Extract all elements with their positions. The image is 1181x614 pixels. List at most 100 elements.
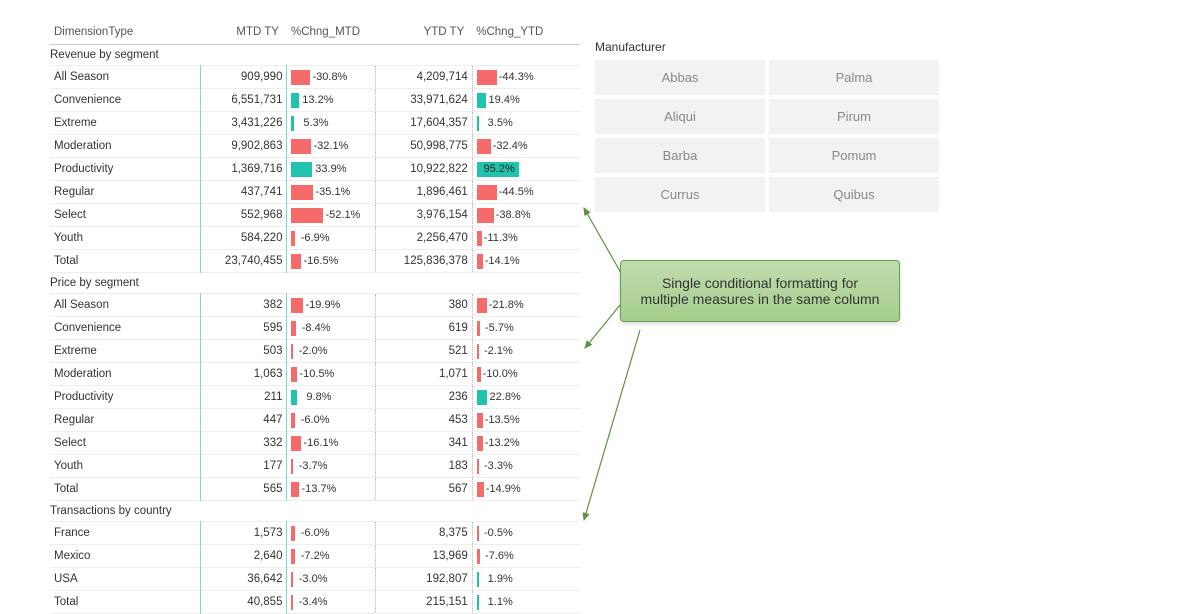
slicer-item[interactable]: Abbas	[595, 60, 765, 95]
dimension-label: Mexico	[50, 545, 201, 568]
mtd-value: 437,741	[201, 181, 287, 204]
col-mtd-ty[interactable]: MTD TY	[201, 20, 287, 45]
group-header[interactable]: Transactions by country	[50, 501, 580, 522]
pct-cell: -21.8%	[472, 294, 580, 317]
dimension-label: France	[50, 522, 201, 545]
slicer-item[interactable]: Pirum	[769, 99, 939, 134]
pct-value: -16.5%	[301, 255, 338, 267]
mtd-value: 447	[201, 409, 287, 432]
pct-cell: -13.7%	[287, 478, 375, 501]
slicer-item[interactable]: Palma	[769, 60, 939, 95]
pct-cell: 3.5%	[472, 112, 580, 135]
group-header[interactable]: Revenue by segment	[50, 45, 580, 66]
pct-cell: -10.5%	[287, 363, 375, 386]
pct-value: -10.0%	[481, 368, 518, 380]
pct-value: -0.5%	[479, 527, 513, 539]
table-row[interactable]: Moderation1,063 -10.5% 1,071 -10.0%	[50, 363, 580, 386]
table-row[interactable]: All Season382 -19.9% 380 -21.8%	[50, 294, 580, 317]
col-dimension[interactable]: DimensionType	[50, 20, 201, 45]
pct-cell: -30.8%	[287, 66, 375, 89]
ytd-value: 453	[375, 409, 472, 432]
pct-cell: -44.3%	[472, 66, 580, 89]
ytd-value: 567	[375, 478, 472, 501]
pct-value: -13.5%	[483, 414, 520, 426]
pct-cell: -16.1%	[287, 432, 375, 455]
manufacturer-slicer[interactable]: AbbasPalmaAliquiPirumBarbaPomumCurrusQui…	[595, 60, 939, 212]
table-row[interactable]: Youth584,220 -6.9% 2,256,470 -11.3%	[50, 227, 580, 250]
dimension-label: Convenience	[50, 317, 201, 340]
pct-cell: -44.5%	[472, 181, 580, 204]
matrix-table[interactable]: DimensionType MTD TY %Chng_MTD YTD TY %C…	[50, 20, 580, 614]
mtd-value: 6,551,731	[201, 89, 287, 112]
ytd-value: 50,998,775	[375, 135, 472, 158]
slicer-item[interactable]: Quibus	[769, 177, 939, 212]
mtd-value: 177	[201, 455, 287, 478]
pct-value: -10.5%	[297, 368, 334, 380]
table-row[interactable]: France1,573 -6.0% 8,375 -0.5%	[50, 522, 580, 545]
mtd-value: 40,855	[201, 591, 287, 614]
dimension-label: Moderation	[50, 135, 201, 158]
pct-value: -14.9%	[484, 483, 521, 495]
table-row[interactable]: Total565 -13.7% 567 -14.9%	[50, 478, 580, 501]
slicer-item[interactable]: Pomum	[769, 138, 939, 173]
col-chng-ytd[interactable]: %Chng_YTD	[472, 20, 580, 45]
ytd-value: 13,969	[375, 545, 472, 568]
pct-cell: -6.9%	[287, 227, 375, 250]
pct-value: -7.2%	[295, 550, 329, 562]
dimension-label: Extreme	[50, 340, 201, 363]
table-row[interactable]: Productivity211 9.8% 236 22.8%	[50, 386, 580, 409]
table-row[interactable]: Mexico2,640 -7.2% 13,969 -7.6%	[50, 545, 580, 568]
table-row[interactable]: Total40,855 -3.4% 215,151 1.1%	[50, 591, 580, 614]
pct-value: -11.3%	[482, 232, 518, 244]
table-row[interactable]: Regular437,741 -35.1% 1,896,461 -44.5%	[50, 181, 580, 204]
pct-value: 1.9%	[479, 573, 513, 585]
table-row[interactable]: All Season909,990 -30.8% 4,209,714 -44.3…	[50, 66, 580, 89]
table-row[interactable]: Convenience595 -8.4% 619 -5.7%	[50, 317, 580, 340]
col-chng-mtd[interactable]: %Chng_MTD	[287, 20, 375, 45]
table-row[interactable]: USA36,642 -3.0% 192,807 1.9%	[50, 568, 580, 591]
slicer-item[interactable]: Currus	[595, 177, 765, 212]
ytd-value: 17,604,357	[375, 112, 472, 135]
pct-value: -44.5%	[497, 186, 534, 198]
pct-cell: -6.0%	[287, 522, 375, 545]
slicer-item[interactable]: Aliqui	[595, 99, 765, 134]
dimension-label: Extreme	[50, 112, 201, 135]
ytd-value: 341	[375, 432, 472, 455]
pct-cell: -5.7%	[472, 317, 580, 340]
pct-cell: -14.9%	[472, 478, 580, 501]
table-row[interactable]: Regular447 -6.0% 453 -13.5%	[50, 409, 580, 432]
table-row[interactable]: Convenience6,551,731 13.2% 33,971,624 19…	[50, 89, 580, 112]
slicer-item[interactable]: Barba	[595, 138, 765, 173]
pct-value: -44.3%	[497, 71, 534, 83]
group-header[interactable]: Price by segment	[50, 273, 580, 294]
dimension-label: Total	[50, 478, 201, 501]
pct-cell: 19.4%	[472, 89, 580, 112]
mtd-value: 36,642	[201, 568, 287, 591]
table-row[interactable]: Select332 -16.1% 341 -13.2%	[50, 432, 580, 455]
table-row[interactable]: Moderation9,902,863 -32.1% 50,998,775 -3…	[50, 135, 580, 158]
table-row[interactable]: Youth177 -3.7% 183 -3.3%	[50, 455, 580, 478]
pct-value: -8.4%	[296, 322, 330, 334]
ytd-value: 192,807	[375, 568, 472, 591]
mtd-value: 382	[201, 294, 287, 317]
table-row[interactable]: Productivity1,369,716 33.9% 10,922,822 9…	[50, 158, 580, 181]
mtd-value: 1,573	[201, 522, 287, 545]
pct-cell: -35.1%	[287, 181, 375, 204]
mtd-value: 1,063	[201, 363, 287, 386]
pct-cell: 13.2%	[287, 89, 375, 112]
dimension-label: Youth	[50, 455, 201, 478]
pct-cell: -11.3%	[472, 227, 580, 250]
pct-cell: -3.3%	[472, 455, 580, 478]
slicer-title: Manufacturer	[595, 40, 939, 54]
pct-cell: 1.9%	[472, 568, 580, 591]
pct-value: -2.1%	[479, 345, 513, 357]
pct-cell: -13.5%	[472, 409, 580, 432]
col-ytd-ty[interactable]: YTD TY	[375, 20, 472, 45]
pct-cell: 95.2%	[472, 158, 580, 181]
pct-cell: -7.2%	[287, 545, 375, 568]
table-row[interactable]: Extreme503 -2.0% 521 -2.1%	[50, 340, 580, 363]
table-row[interactable]: Total23,740,455 -16.5% 125,836,378 -14.1…	[50, 250, 580, 273]
table-row[interactable]: Select552,968 -52.1% 3,976,154 -38.8%	[50, 204, 580, 227]
callout-annotation: Single conditional formatting for multip…	[620, 260, 900, 322]
table-row[interactable]: Extreme3,431,226 5.3% 17,604,357 3.5%	[50, 112, 580, 135]
